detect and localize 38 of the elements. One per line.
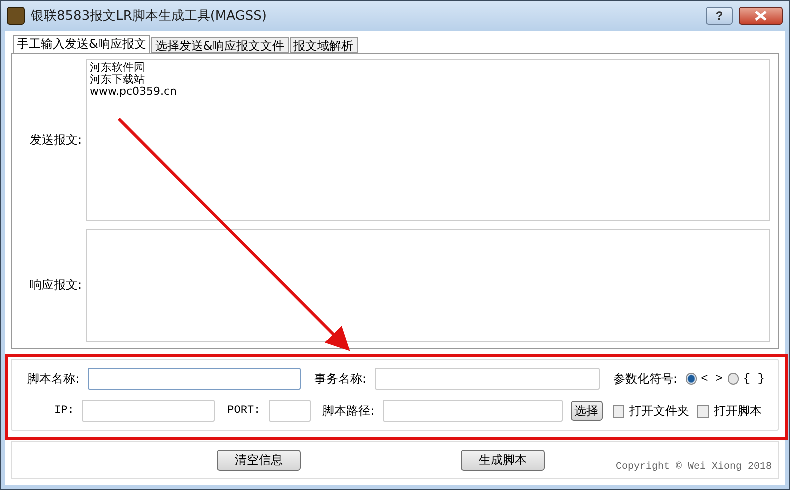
app-icon (7, 7, 25, 25)
close-icon (754, 11, 768, 21)
message-line: 河东软件园 (90, 62, 145, 74)
script-name-field[interactable] (88, 368, 301, 390)
radio-label: < > (701, 372, 723, 386)
generate-button[interactable]: 生成脚本 (461, 450, 545, 470)
message-line: www.pc0359.cn (90, 86, 178, 98)
window-title: 银联8583报文LR脚本生成工具(MAGSS) (31, 8, 268, 25)
radio-label: { } (743, 372, 765, 386)
field-label: PORT: (227, 405, 262, 417)
field-label: 脚本名称: (26, 370, 81, 388)
message-line: 河东下载站 (90, 74, 145, 86)
checkbox-label: 打开脚本 (714, 402, 762, 420)
help-button[interactable]: ? (706, 7, 733, 25)
field-label: 参数化符号: (612, 370, 679, 388)
ip-field[interactable] (82, 400, 216, 422)
checkbox[interactable] (612, 404, 624, 418)
field-label: 脚本路径: (322, 402, 376, 420)
field-label: IP: (54, 405, 76, 417)
copyright-text: Copyright © Wei Xiong 2018 (616, 462, 772, 472)
field-label: 发送报文: (28, 132, 83, 148)
close-button[interactable] (739, 7, 783, 25)
tab[interactable]: 选择发送&响应报文文件 (151, 37, 289, 53)
port-field[interactable] (268, 400, 311, 422)
response-message-field[interactable] (86, 229, 770, 342)
checkbox[interactable] (697, 404, 709, 418)
field-label: 事务名称: (314, 370, 368, 388)
radio-button[interactable] (686, 373, 698, 385)
checkbox-label: 打开文件夹 (629, 402, 690, 420)
script-path-field[interactable] (382, 400, 563, 422)
clear-button[interactable]: 清空信息 (217, 450, 301, 470)
tab[interactable]: 报文域解析 (290, 37, 358, 53)
send-message-field[interactable]: 河东软件园 河东下载站 www.pc0359.cn (86, 59, 770, 221)
field-label: 响应报文: (28, 277, 83, 294)
tab[interactable]: 手工输入发送&响应报文 (13, 35, 150, 53)
radio-button[interactable] (728, 373, 740, 385)
transaction-name-field[interactable] (374, 368, 600, 390)
choose-button[interactable]: 选择 (570, 401, 603, 421)
